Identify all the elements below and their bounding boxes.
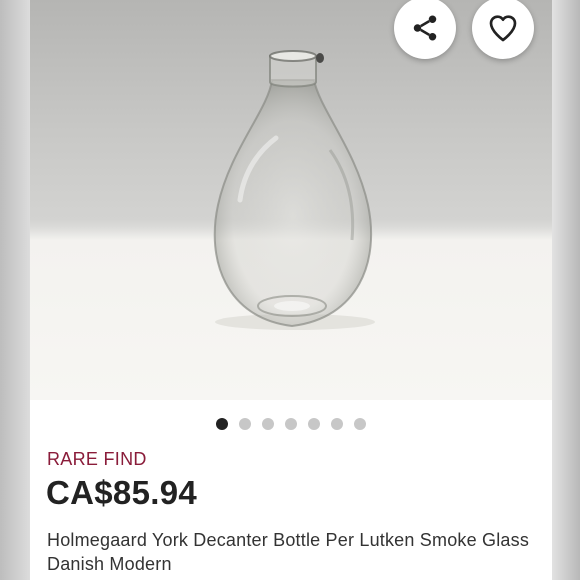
share-icon bbox=[413, 15, 437, 41]
pagination-dot-7[interactable] bbox=[354, 418, 366, 430]
pagination-dot-1[interactable] bbox=[216, 418, 228, 430]
right-blurred-edge bbox=[552, 0, 580, 580]
pagination-dot-6[interactable] bbox=[331, 418, 343, 430]
left-blurred-edge bbox=[0, 0, 30, 580]
rare-find-badge: RARE FIND bbox=[47, 449, 147, 469]
product-card: RARE FIND CA$85.94 Holmegaard York Decan… bbox=[30, 0, 552, 580]
pagination-dot-4[interactable] bbox=[285, 418, 297, 430]
price: CA$85.94 bbox=[46, 474, 197, 511]
image-pagination bbox=[30, 418, 552, 430]
pagination-dot-5[interactable] bbox=[308, 418, 320, 430]
listing-title: Holmegaard York Decanter Bottle Per Lutk… bbox=[47, 530, 530, 574]
pagination-dot-2[interactable] bbox=[239, 418, 251, 430]
heart-icon bbox=[489, 15, 517, 42]
pagination-dot-3[interactable] bbox=[262, 418, 274, 430]
share-button[interactable] bbox=[394, 0, 456, 59]
glass-bottle-image bbox=[213, 50, 375, 330]
product-image[interactable] bbox=[30, 0, 552, 400]
like-button[interactable] bbox=[472, 0, 534, 59]
